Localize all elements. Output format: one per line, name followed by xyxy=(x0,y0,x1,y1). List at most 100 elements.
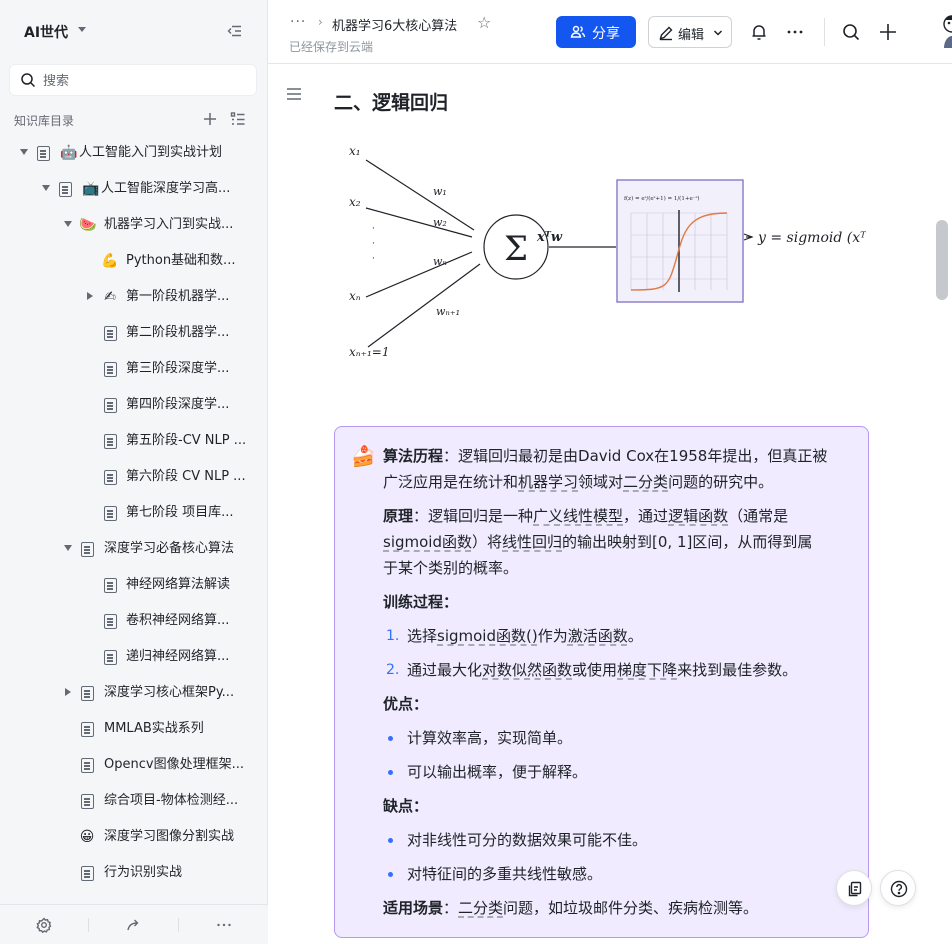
doc-icon xyxy=(104,326,117,341)
tree-item[interactable]: 🤖 人工智能入门到实战计划 xyxy=(0,135,268,171)
tree-item[interactable]: 第五阶段-CV NLP ... xyxy=(0,423,268,459)
text: 。 xyxy=(627,627,643,645)
term-link[interactable]: 二分类 xyxy=(458,899,503,917)
term-link[interactable]: 梯度下降 xyxy=(617,661,677,679)
document-title[interactable]: 机器学习6大核心算法 xyxy=(332,15,457,34)
callout-block: 🍰 算法历程：逻辑回归最初是由David Cox在1958年提出，但真正被 广泛… xyxy=(334,426,869,938)
search-input[interactable] xyxy=(43,71,243,91)
outline-icon[interactable] xyxy=(286,87,302,101)
bullet xyxy=(388,770,393,775)
input-label: x₁ xyxy=(349,144,361,158)
tree-item[interactable]: ✍ 第一阶段机器学... xyxy=(0,279,268,315)
gear-icon[interactable] xyxy=(36,917,52,933)
caret-down-icon[interactable] xyxy=(64,545,72,551)
term-link[interactable]: sigmoid函数 xyxy=(383,533,472,551)
library-label: 知识库目录 xyxy=(14,114,75,128)
term-link[interactable]: 对数似然函数 xyxy=(482,661,572,679)
add-icon[interactable] xyxy=(202,111,218,127)
pros-item: 计算效率高，实现简单。 xyxy=(407,729,573,747)
share-button[interactable]: 分享 xyxy=(556,16,636,48)
principle-label: 原理 xyxy=(383,507,414,525)
list-view-icon[interactable] xyxy=(230,111,246,127)
collapse-sidebar-icon[interactable] xyxy=(226,22,244,40)
doc-icon xyxy=(59,182,72,197)
training-label: 训练过程： xyxy=(383,589,857,615)
text: ：逻辑回归是一种 xyxy=(413,507,534,525)
doc-icon xyxy=(104,578,117,593)
term-link[interactable]: 线性回归 xyxy=(502,533,562,551)
space-title[interactable]: AI世代 xyxy=(24,22,68,42)
search-icon[interactable] xyxy=(841,22,861,42)
term-link[interactable]: 逻辑函数 xyxy=(668,507,728,525)
tree-item-label: 第六阶段 CV NLP ... xyxy=(126,469,246,484)
scrollbar-thumb[interactable] xyxy=(936,220,948,300)
chevron-down-icon xyxy=(713,30,723,36)
tree-item[interactable]: 🍉 机器学习入门到实战... xyxy=(0,207,268,243)
tree-item[interactable]: 第四阶段深度学... xyxy=(0,387,268,423)
term-link[interactable]: 广义线性模型 xyxy=(533,507,623,525)
caret-down-icon[interactable] xyxy=(64,221,72,227)
help-icon xyxy=(890,880,908,898)
search-box[interactable] xyxy=(9,64,257,96)
tree-item[interactable]: 综合项目-物体检测经... xyxy=(0,783,268,819)
tree-item-label: 第四阶段深度学... xyxy=(126,397,230,412)
tree-item[interactable]: 😀 深度学习图像分割实战 xyxy=(0,819,268,855)
avatar[interactable] xyxy=(932,14,952,48)
caret-right-icon[interactable] xyxy=(65,688,71,696)
star-icon[interactable]: ☆ xyxy=(477,13,491,32)
tree-item[interactable]: 行为识别实战 xyxy=(0,855,268,891)
tree-item[interactable]: 神经网络算法解读 xyxy=(0,567,268,603)
history-paragraph-cont: 广泛应用是在统计和机器学习领域对二分类问题的研究中。 xyxy=(383,469,857,495)
text: 选择 xyxy=(407,627,438,645)
input-dot: · xyxy=(372,239,375,249)
chevron-down-icon[interactable] xyxy=(78,27,86,32)
doc-icon xyxy=(104,614,117,629)
users-icon xyxy=(570,25,586,38)
doc-icon xyxy=(104,506,117,521)
tree-item[interactable]: 第二阶段机器学... xyxy=(0,315,268,351)
tree-item-label: MMLAB实战系列 xyxy=(104,721,204,736)
tree-item[interactable]: 第六阶段 CV NLP ... xyxy=(0,459,268,495)
divider xyxy=(178,918,179,932)
caret-right-icon[interactable] xyxy=(87,292,93,300)
more-icon[interactable] xyxy=(216,917,232,933)
history-paragraph: 算法历程：逻辑回归最初是由David Cox在1958年提出，但真正被 xyxy=(383,443,857,469)
share-out-icon[interactable] xyxy=(126,917,142,933)
term-link[interactable]: 激活函数 xyxy=(568,627,628,645)
bell-icon[interactable] xyxy=(749,22,769,42)
tree-item[interactable]: 第七阶段 项目库... xyxy=(0,495,268,531)
pros-item: 可以输出概率，便于解释。 xyxy=(407,763,588,781)
edit-button[interactable]: 编辑 xyxy=(648,16,732,48)
term-link[interactable]: 二分类 xyxy=(623,473,668,491)
tree-item[interactable]: 卷积神经网络算... xyxy=(0,603,268,639)
doc-icon xyxy=(104,470,117,485)
tree-item[interactable]: 深度学习核心框架Py... xyxy=(0,675,268,711)
term-link[interactable]: sigmoid函数() xyxy=(437,627,538,645)
caret-down-icon[interactable] xyxy=(42,185,50,191)
sidebar-footer xyxy=(0,904,268,944)
doc-icon xyxy=(81,722,94,737)
robot-emoji-icon: 🤖 xyxy=(60,145,78,161)
history-label: 算法历程 xyxy=(383,447,444,465)
tree-item[interactable]: 递归神经网络算... xyxy=(0,639,268,675)
tree-item[interactable]: 深度学习必备核心算法 xyxy=(0,531,268,567)
tree-item[interactable]: 📺 人工智能深度学习高... xyxy=(0,171,268,207)
caret-down-icon[interactable] xyxy=(20,149,28,155)
tree-item[interactable]: Opencv图像处理框架... xyxy=(0,747,268,783)
term-link[interactable]: 机器学习 xyxy=(518,473,578,491)
document-body: 二、逻辑回归 x₁ x₂ · · · xₙ xₙ₊₁=1 w₁ w₂ wₙ wₙ… xyxy=(268,65,952,944)
tree-item[interactable]: 第三阶段深度学... xyxy=(0,351,268,387)
breadcrumb-more[interactable]: ··· xyxy=(290,14,306,30)
text: 问题，如垃圾邮件分类、疾病检测等。 xyxy=(503,899,759,917)
help-button[interactable] xyxy=(880,870,916,906)
text: 问题的研究中。 xyxy=(668,473,774,491)
top-bar: ··· › 机器学习6大核心算法 ☆ 已经保存到云端 分享 编辑 xyxy=(268,0,952,64)
input-label: xₙ xyxy=(349,289,361,303)
tree-item-label: 第一阶段机器学... xyxy=(126,289,230,304)
tree-item[interactable]: MMLAB实战系列 xyxy=(0,711,268,747)
plus-icon[interactable] xyxy=(878,22,898,42)
more-icon[interactable] xyxy=(785,22,805,42)
tree-item[interactable]: 💪 Python基础和数... xyxy=(0,243,268,279)
tree-item-label: 深度学习核心框架Py... xyxy=(104,685,235,700)
comment-button[interactable] xyxy=(836,870,872,906)
